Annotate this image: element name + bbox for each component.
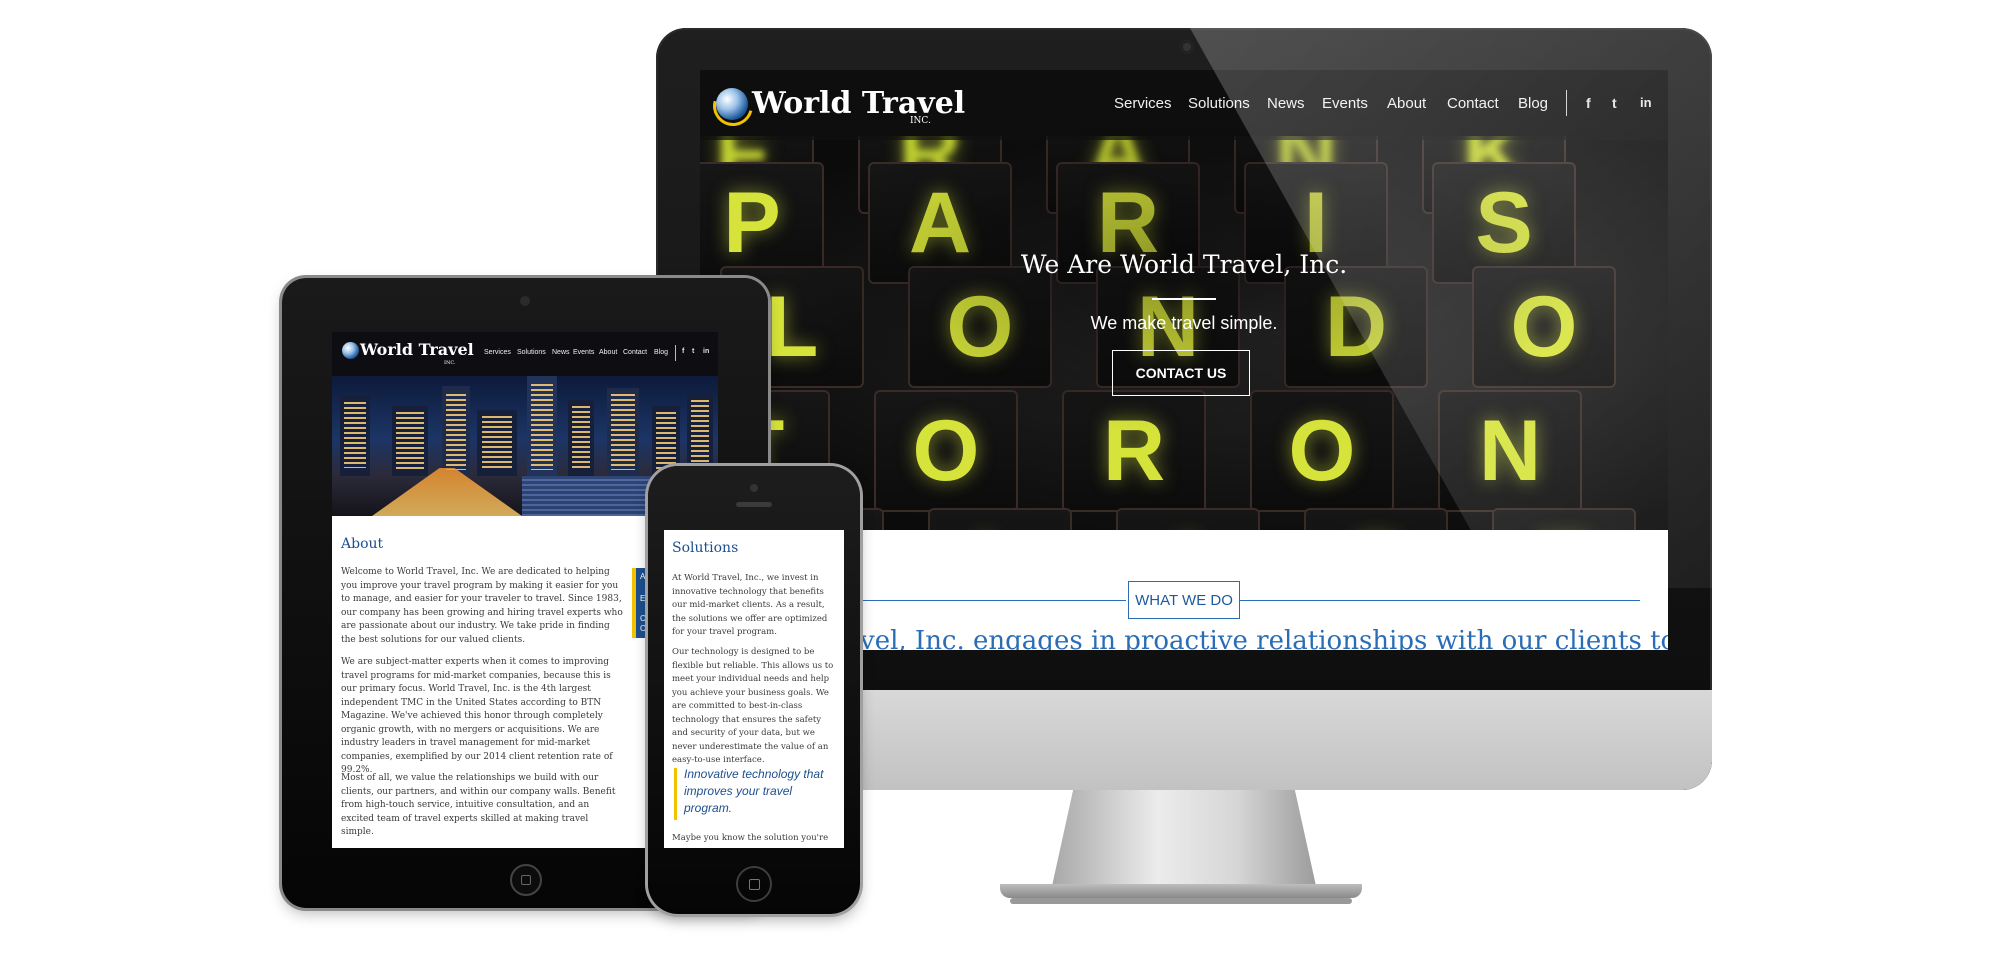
hero-title: We Are World Travel, Inc. (1020, 250, 1348, 279)
phone-camera (750, 484, 758, 492)
twitter-icon[interactable]: t (1612, 95, 1617, 111)
nav-blog[interactable]: Blog (1518, 95, 1548, 112)
globe-icon (342, 342, 359, 359)
board-tile: S (1304, 508, 1448, 530)
building (687, 394, 713, 476)
desktop-navbar: World Travel INC. Services Solutions New… (700, 70, 1668, 140)
logo-text: World Travel (752, 86, 966, 121)
section-rule-right (1240, 600, 1640, 601)
nav-news[interactable]: News (1267, 95, 1305, 112)
board-tile: T (1492, 508, 1636, 530)
phone-screen: Solutions At World Travel, Inc., we inve… (664, 530, 844, 848)
nav-events[interactable]: Events (573, 349, 594, 356)
quote-accent (674, 768, 677, 820)
facebook-icon[interactable]: f (1586, 95, 1591, 111)
sidebox-accent (632, 568, 636, 638)
nav-divider (1566, 90, 1567, 116)
nav-contact[interactable]: Contact (623, 349, 647, 356)
tablet-logo[interactable]: World Travel INC. (340, 338, 474, 372)
nav-services[interactable]: Services (484, 349, 511, 356)
twitter-icon[interactable]: t (692, 348, 694, 355)
section-rule-left (860, 600, 1126, 601)
sidebox-text: C (640, 614, 646, 623)
solutions-paragraph-2: Our technology is designed to be flexibl… (672, 647, 834, 765)
monitor-stand-base (1000, 884, 1362, 898)
nav-solutions[interactable]: Solutions (517, 349, 546, 356)
nav-services[interactable]: Services (1114, 95, 1172, 112)
board-letter: S (1347, 520, 1404, 531)
logo-text: World Travel (360, 340, 474, 359)
building (442, 386, 470, 476)
linkedin-icon[interactable]: in (703, 348, 709, 355)
building (340, 396, 370, 476)
solutions-heading: Solutions (672, 540, 739, 556)
what-we-do-label: WHAT WE DO (1128, 581, 1240, 619)
building (477, 410, 517, 476)
desktop-logo[interactable]: World Travel INC. (705, 78, 965, 134)
tablet-camera (520, 296, 530, 306)
section-intro: vel, Inc. engages in proactive relations… (860, 626, 1668, 650)
nav-divider (675, 345, 676, 361)
building (568, 400, 594, 476)
about-paragraph-3: Most of all, we value the relationships … (341, 773, 616, 837)
sidebox-text: A (640, 572, 646, 581)
about-heading: About (341, 536, 384, 552)
nav-about[interactable]: About (1387, 95, 1426, 112)
board-letter: I (1176, 520, 1200, 531)
nav-events[interactable]: Events (1322, 95, 1368, 112)
contact-us-button[interactable]: CONTACT US (1112, 350, 1250, 396)
tablet-home-button[interactable] (510, 864, 542, 896)
about-paragraph-2: We are subject-matter experts when it co… (341, 657, 613, 775)
linkedin-icon[interactable]: in (1640, 95, 1652, 110)
board-letter: L (974, 520, 1027, 531)
monitor-stand (1052, 790, 1316, 886)
board-tile: I (1116, 508, 1260, 530)
phone-speaker (736, 502, 772, 507)
building (392, 406, 428, 476)
building (607, 388, 639, 476)
nav-contact[interactable]: Contact (1447, 95, 1499, 112)
phone-home-button[interactable] (736, 866, 772, 902)
board-tile: L (928, 508, 1072, 530)
facebook-icon[interactable]: f (682, 348, 684, 355)
about-paragraph-1: Welcome to World Travel, Inc. We are ded… (341, 567, 623, 645)
logo-suffix: INC. (910, 116, 931, 126)
nav-blog[interactable]: Blog (654, 349, 668, 356)
hero-divider (1152, 298, 1216, 300)
solutions-paragraph-1: At World Travel, Inc., we invest in inno… (672, 573, 828, 637)
logo-suffix: INC. (444, 360, 456, 366)
tablet-navbar: World Travel INC. Services Solutions New… (332, 332, 718, 376)
nav-about[interactable]: About (599, 349, 617, 356)
monitor-camera (1180, 40, 1194, 54)
hero-subtitle: We make travel simple. (1090, 313, 1278, 333)
solutions-quote: Innovative technology that improves your… (684, 767, 824, 815)
monitor-stand-shadow (1010, 898, 1352, 904)
board-letter: T (1538, 520, 1591, 531)
sidebox-text: O (640, 624, 647, 633)
nav-solutions[interactable]: Solutions (1188, 95, 1250, 112)
building (527, 376, 557, 476)
solutions-footer-text: Maybe you know the solution you're (672, 833, 829, 843)
nav-news[interactable]: News (552, 349, 570, 356)
